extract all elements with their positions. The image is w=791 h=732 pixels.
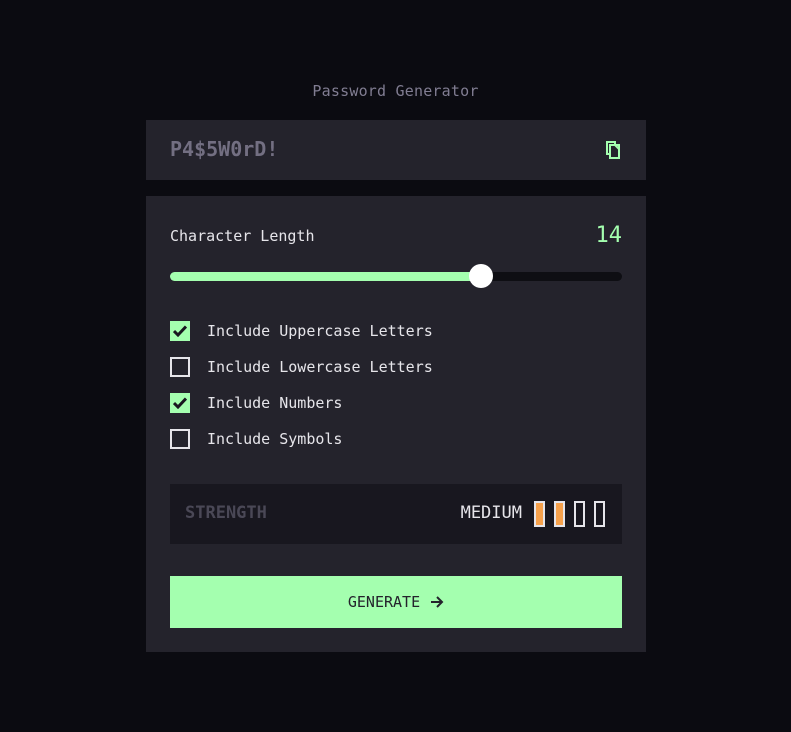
- slider-thumb[interactable]: [469, 264, 494, 288]
- uppercase-checkbox[interactable]: [170, 321, 190, 341]
- strength-value: MEDIUM: [460, 503, 522, 523]
- character-length-value: 14: [595, 223, 623, 248]
- symbols-checkbox[interactable]: [170, 429, 190, 449]
- strength-label: STRENGTH: [185, 503, 267, 523]
- option-lowercase[interactable]: Include Lowercase Letters: [170, 357, 433, 377]
- option-numbers[interactable]: Include Numbers: [170, 393, 342, 413]
- check-icon: [173, 325, 187, 337]
- copy-icon[interactable]: [603, 140, 623, 160]
- page: Password Generator P4$5W0rD! Character L…: [0, 0, 791, 732]
- arrow-right-icon: [431, 596, 444, 608]
- uppercase-label: Include Uppercase Letters: [207, 322, 433, 340]
- numbers-label: Include Numbers: [207, 394, 343, 412]
- settings-panel: Character Length 14 Include Uppercase Le…: [146, 196, 646, 652]
- slider-fill: [170, 272, 482, 281]
- generate-label: GENERATE: [347, 593, 421, 611]
- lowercase-label: Include Lowercase Letters: [207, 358, 433, 376]
- generate-button[interactable]: GENERATE: [170, 576, 622, 628]
- page-title: Password Generator: [312, 82, 479, 100]
- option-uppercase[interactable]: Include Uppercase Letters: [170, 321, 433, 341]
- strength-meter: STRENGTH MEDIUM: [170, 484, 622, 544]
- character-length-label: Character Length: [170, 227, 315, 245]
- length-slider[interactable]: [170, 264, 622, 288]
- strength-bar: [574, 501, 585, 527]
- option-symbols[interactable]: Include Symbols: [170, 429, 342, 449]
- password-output: P4$5W0rD!: [146, 120, 646, 180]
- strength-bar: [554, 501, 565, 527]
- password-text: P4$5W0rD!: [170, 137, 279, 161]
- numbers-checkbox[interactable]: [170, 393, 190, 413]
- strength-bars: [534, 501, 605, 527]
- strength-bar: [534, 501, 545, 527]
- lowercase-checkbox[interactable]: [170, 357, 190, 377]
- strength-bar: [594, 501, 605, 527]
- symbols-label: Include Symbols: [207, 430, 343, 448]
- check-icon: [173, 397, 187, 409]
